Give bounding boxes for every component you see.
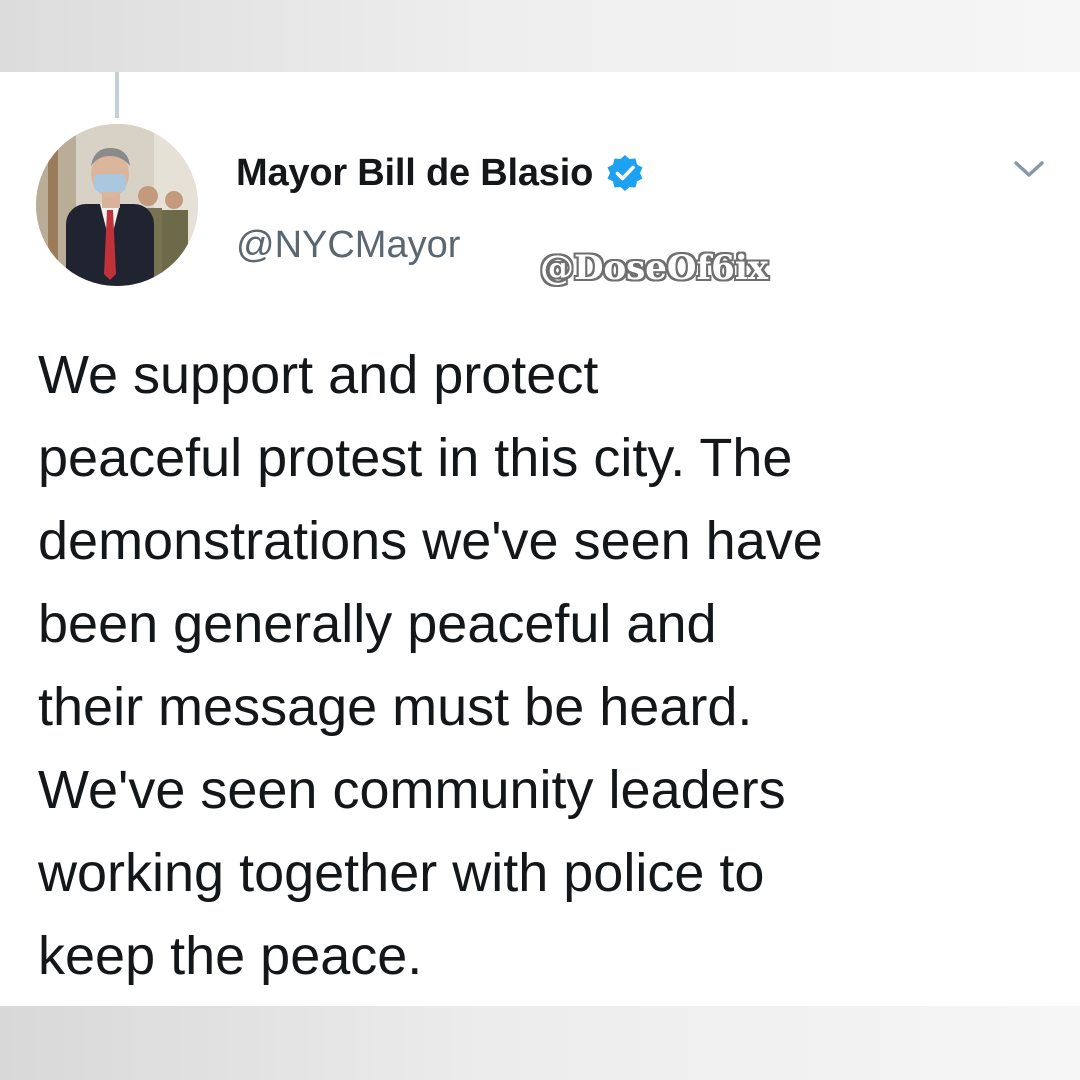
verified-badge-icon <box>607 155 643 191</box>
bottom-gradient-band <box>0 1006 1080 1080</box>
avatar[interactable] <box>36 124 198 286</box>
tweet-text-line: demonstrations we've seen have <box>38 511 823 571</box>
tweet-text-line: their message must be heard. <box>38 677 753 737</box>
tweet-text-line: been generally peaceful and <box>38 594 717 654</box>
handle[interactable]: @NYCMayor <box>236 224 460 267</box>
thread-connector-line <box>115 72 119 118</box>
display-name[interactable]: Mayor Bill de Blasio <box>236 152 593 195</box>
chevron-down-icon[interactable] <box>1008 154 1050 184</box>
tweet-card[interactable]: Mayor Bill de Blasio @NYCMayor @DoseOf6i… <box>0 72 1080 1006</box>
top-gradient-band <box>0 0 1080 72</box>
tweet-text-line: keep the peace. <box>38 926 423 986</box>
tweet-text-line: peaceful protest in this city. The <box>38 428 793 488</box>
watermark: @DoseOf6ix <box>540 248 769 288</box>
tweet-text-line: We've seen community leaders <box>38 760 786 820</box>
tweet-text: We support and protect peaceful protest … <box>38 334 1048 998</box>
author-name-row: Mayor Bill de Blasio <box>236 148 645 198</box>
tweet-text-line: We support and protect <box>38 345 599 405</box>
tweet-text-line: working together with police to <box>38 843 765 903</box>
